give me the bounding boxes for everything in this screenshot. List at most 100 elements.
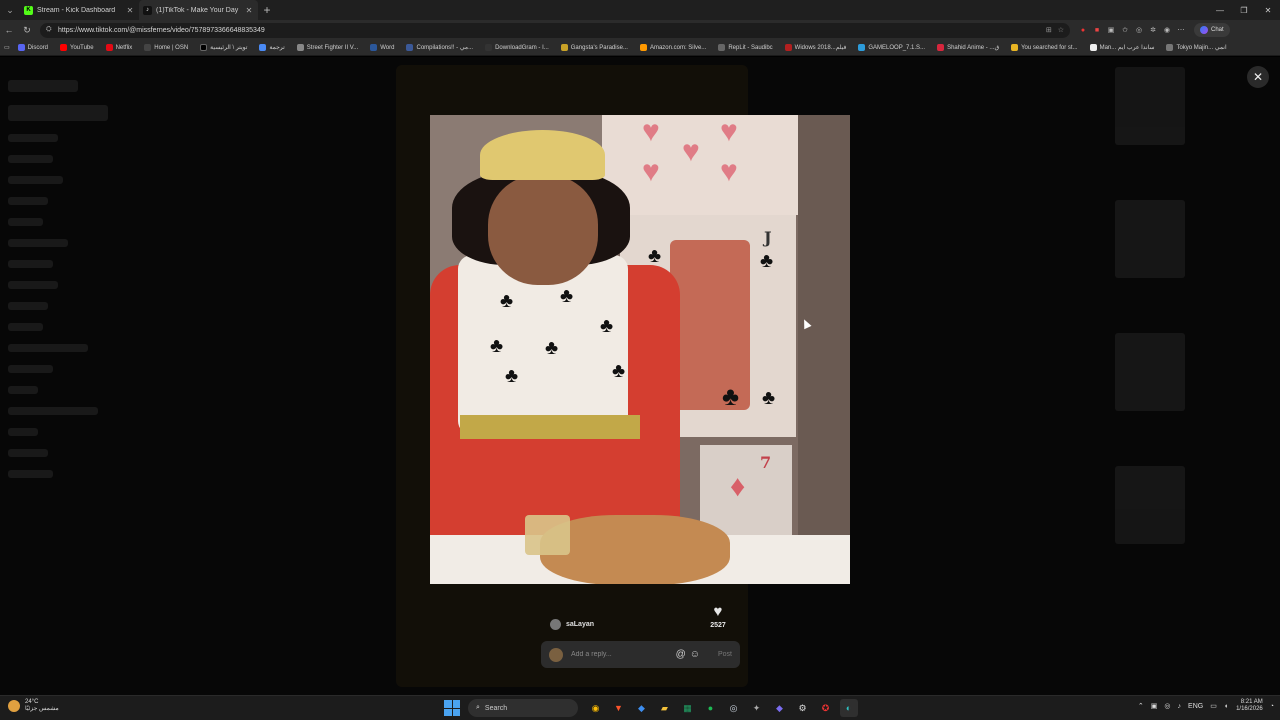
notifications-icon[interactable]: ◔ [1270, 703, 1274, 710]
bookmark-folder-icon[interactable]: ▭ [4, 44, 10, 51]
reply-box: @ ☺ Post [541, 641, 740, 668]
app-icon[interactable]: ✦ [748, 699, 766, 717]
clock[interactable]: 8:21 AM 1/16/2026 [1236, 699, 1263, 713]
tab-tiktok[interactable]: ♪ (1)TikTok - Make Your Day ✕ [139, 0, 258, 20]
bookmark-item[interactable]: Home | OSN [144, 44, 188, 51]
taskbar-search[interactable]: ⌕ Search [468, 699, 578, 717]
bookmark-label: Man... ساندا عرب ايم [1099, 45, 1155, 51]
close-modal-icon[interactable]: ✕ [1247, 66, 1269, 88]
bookmark-item[interactable]: Gangsta's Paradise... [560, 44, 628, 51]
bookmark-label: Discord [27, 44, 49, 51]
hat [480, 130, 605, 180]
file-explorer-icon[interactable]: ▰ [656, 699, 674, 717]
microphone-icon[interactable]: ♪ [1178, 703, 1182, 710]
maximize-icon[interactable]: ❐ [1232, 0, 1256, 20]
copilot-chat-button[interactable]: Chat [1194, 23, 1230, 37]
bookmark-icon [1166, 44, 1174, 51]
brave-icon[interactable]: ▼ [610, 699, 628, 717]
bookmark-icon [639, 44, 647, 51]
language-indicator[interactable]: ENG [1188, 703, 1203, 710]
extension-adblock-icon[interactable]: ■ [1090, 23, 1104, 37]
post-button[interactable]: Post [718, 651, 732, 658]
spotify-icon[interactable]: ● [702, 699, 720, 717]
app-icon[interactable]: ✪ [817, 699, 835, 717]
app-icon[interactable]: ◆ [771, 699, 789, 717]
heart-suit-icon: ♥ [720, 155, 738, 188]
dimmed-comments [1085, 67, 1275, 687]
site-info-icon[interactable]: ⛭ [46, 26, 54, 34]
tab-search-icon[interactable]: ⌄ [0, 0, 20, 20]
bookmark-label: Gangsta's Paradise... [570, 44, 628, 51]
extensions-icon[interactable]: ✲ [1146, 23, 1160, 37]
extension-red-icon[interactable]: ● [1076, 23, 1090, 37]
club-suit-icon: ♣ [722, 381, 740, 411]
weather-widget[interactable]: 24°C مشمس جزئيًا [8, 699, 59, 713]
tab-title: (1)TikTok - Make Your Day [156, 6, 239, 14]
extension-icon[interactable]: ▣ [1104, 23, 1118, 37]
favorites-icon[interactable]: ✩ [1118, 23, 1132, 37]
video-background [798, 115, 850, 584]
emoji-icon[interactable]: ☺ [690, 649, 700, 660]
windows-start-icon[interactable] [444, 700, 460, 716]
bookmark-item[interactable]: Discord [17, 44, 49, 51]
bookmark-item[interactable]: YouTube [60, 44, 94, 51]
bookmark-item[interactable]: Widows 2018...فيلم [784, 44, 846, 51]
bookmark-icon [370, 44, 378, 51]
more-menu-icon[interactable]: ⋯ [1174, 23, 1188, 37]
edge-icon[interactable]: ◐ [839, 699, 858, 717]
bookmark-item[interactable]: Amazon.com: Silve... [639, 44, 706, 51]
new-tab-button[interactable]: + [258, 3, 276, 17]
app-icon[interactable]: ◆ [633, 699, 651, 717]
bookmark-item[interactable]: Street Fighter II V... [296, 44, 358, 51]
close-tab-icon[interactable]: ✕ [125, 6, 135, 15]
chrome-icon[interactable]: ◉ [587, 699, 605, 717]
close-window-icon[interactable]: ✕ [1256, 0, 1280, 20]
video-player[interactable]: ♥ ♥ ♥ ♥ ♥ J J ♣ ♣ ♣ ♣ 7 ♦ ♣ ♣ ♣ ♣ ♣ ♣ ♣ [430, 115, 850, 584]
favorite-star-icon[interactable]: ☆ [1058, 26, 1064, 34]
bookmark-label: YouTube [70, 44, 94, 51]
bookmark-icon [485, 44, 493, 51]
reload-icon[interactable]: ↻ [18, 21, 36, 39]
bookmark-item[interactable]: Man... ساندا عرب ايم [1089, 44, 1155, 51]
network-icon[interactable]: ▭ [1210, 702, 1217, 710]
card-letter-7: 7 [760, 453, 772, 472]
bookmark-item[interactable]: Netflix [105, 44, 133, 51]
navigation-bar: ← ↻ ⛭ https://www.tiktok.com/@missfernes… [0, 20, 1280, 40]
address-bar[interactable]: ⛭ https://www.tiktok.com/@missfernes/vid… [40, 22, 1070, 38]
reply-input[interactable] [571, 651, 672, 658]
collections-icon[interactable]: ◎ [1132, 23, 1146, 37]
install-icon[interactable]: ⊞ [1046, 26, 1052, 34]
bookmark-item[interactable]: Shahid Anime - ...ق [937, 44, 999, 51]
club-suit-icon: ♣ [560, 285, 574, 307]
club-suit-icon: ♣ [612, 360, 626, 382]
search-label: Search [484, 704, 508, 712]
bookmark-item[interactable]: RepLit - Saudibc [718, 44, 773, 51]
like-button[interactable]: ♥ 2527 [706, 604, 730, 629]
bookmark-item[interactable]: DownloadGram - I... [485, 44, 549, 51]
bookmark-item[interactable]: Compilations!! - مي... [406, 44, 473, 51]
heart-icon[interactable]: ♥ [706, 604, 730, 619]
tray-chevron-icon[interactable]: ⌃ [1138, 702, 1144, 710]
profile-icon[interactable]: ◉ [1160, 23, 1174, 37]
app-icon[interactable]: ⚙ [794, 699, 812, 717]
club-suit-icon: ♣ [762, 387, 776, 409]
excel-icon[interactable]: ▦ [679, 699, 697, 717]
mention-icon[interactable]: @ [676, 649, 686, 660]
tray-app-icon[interactable]: ◎ [1164, 702, 1170, 710]
bookmark-item[interactable]: Tokyo Majin... انمي [1166, 44, 1227, 51]
steam-icon[interactable]: ◎ [725, 699, 743, 717]
bookmark-item[interactable]: تويتر \ الرئيسية [200, 44, 247, 51]
bookmark-label: GAMELOOP_7.1.S... [868, 44, 926, 51]
tab-kick[interactable]: K Stream - Kick Dashboard ✕ [20, 0, 139, 20]
bookmark-item[interactable]: You searched for st... [1011, 44, 1078, 51]
tray-app-icon[interactable]: ▣ [1151, 702, 1158, 710]
close-tab-icon[interactable]: ✕ [244, 6, 254, 15]
bookmark-label: Netflix [115, 44, 133, 51]
back-icon[interactable]: ← [0, 21, 18, 39]
bookmark-item[interactable]: ترجمة [259, 44, 285, 51]
bookmark-icon [105, 44, 113, 51]
minimize-icon[interactable]: — [1208, 0, 1232, 20]
bookmark-item[interactable]: Word [370, 44, 394, 51]
bookmark-item[interactable]: GAMELOOP_7.1.S... [858, 44, 925, 51]
volume-icon[interactable]: ◖ [1224, 703, 1228, 710]
